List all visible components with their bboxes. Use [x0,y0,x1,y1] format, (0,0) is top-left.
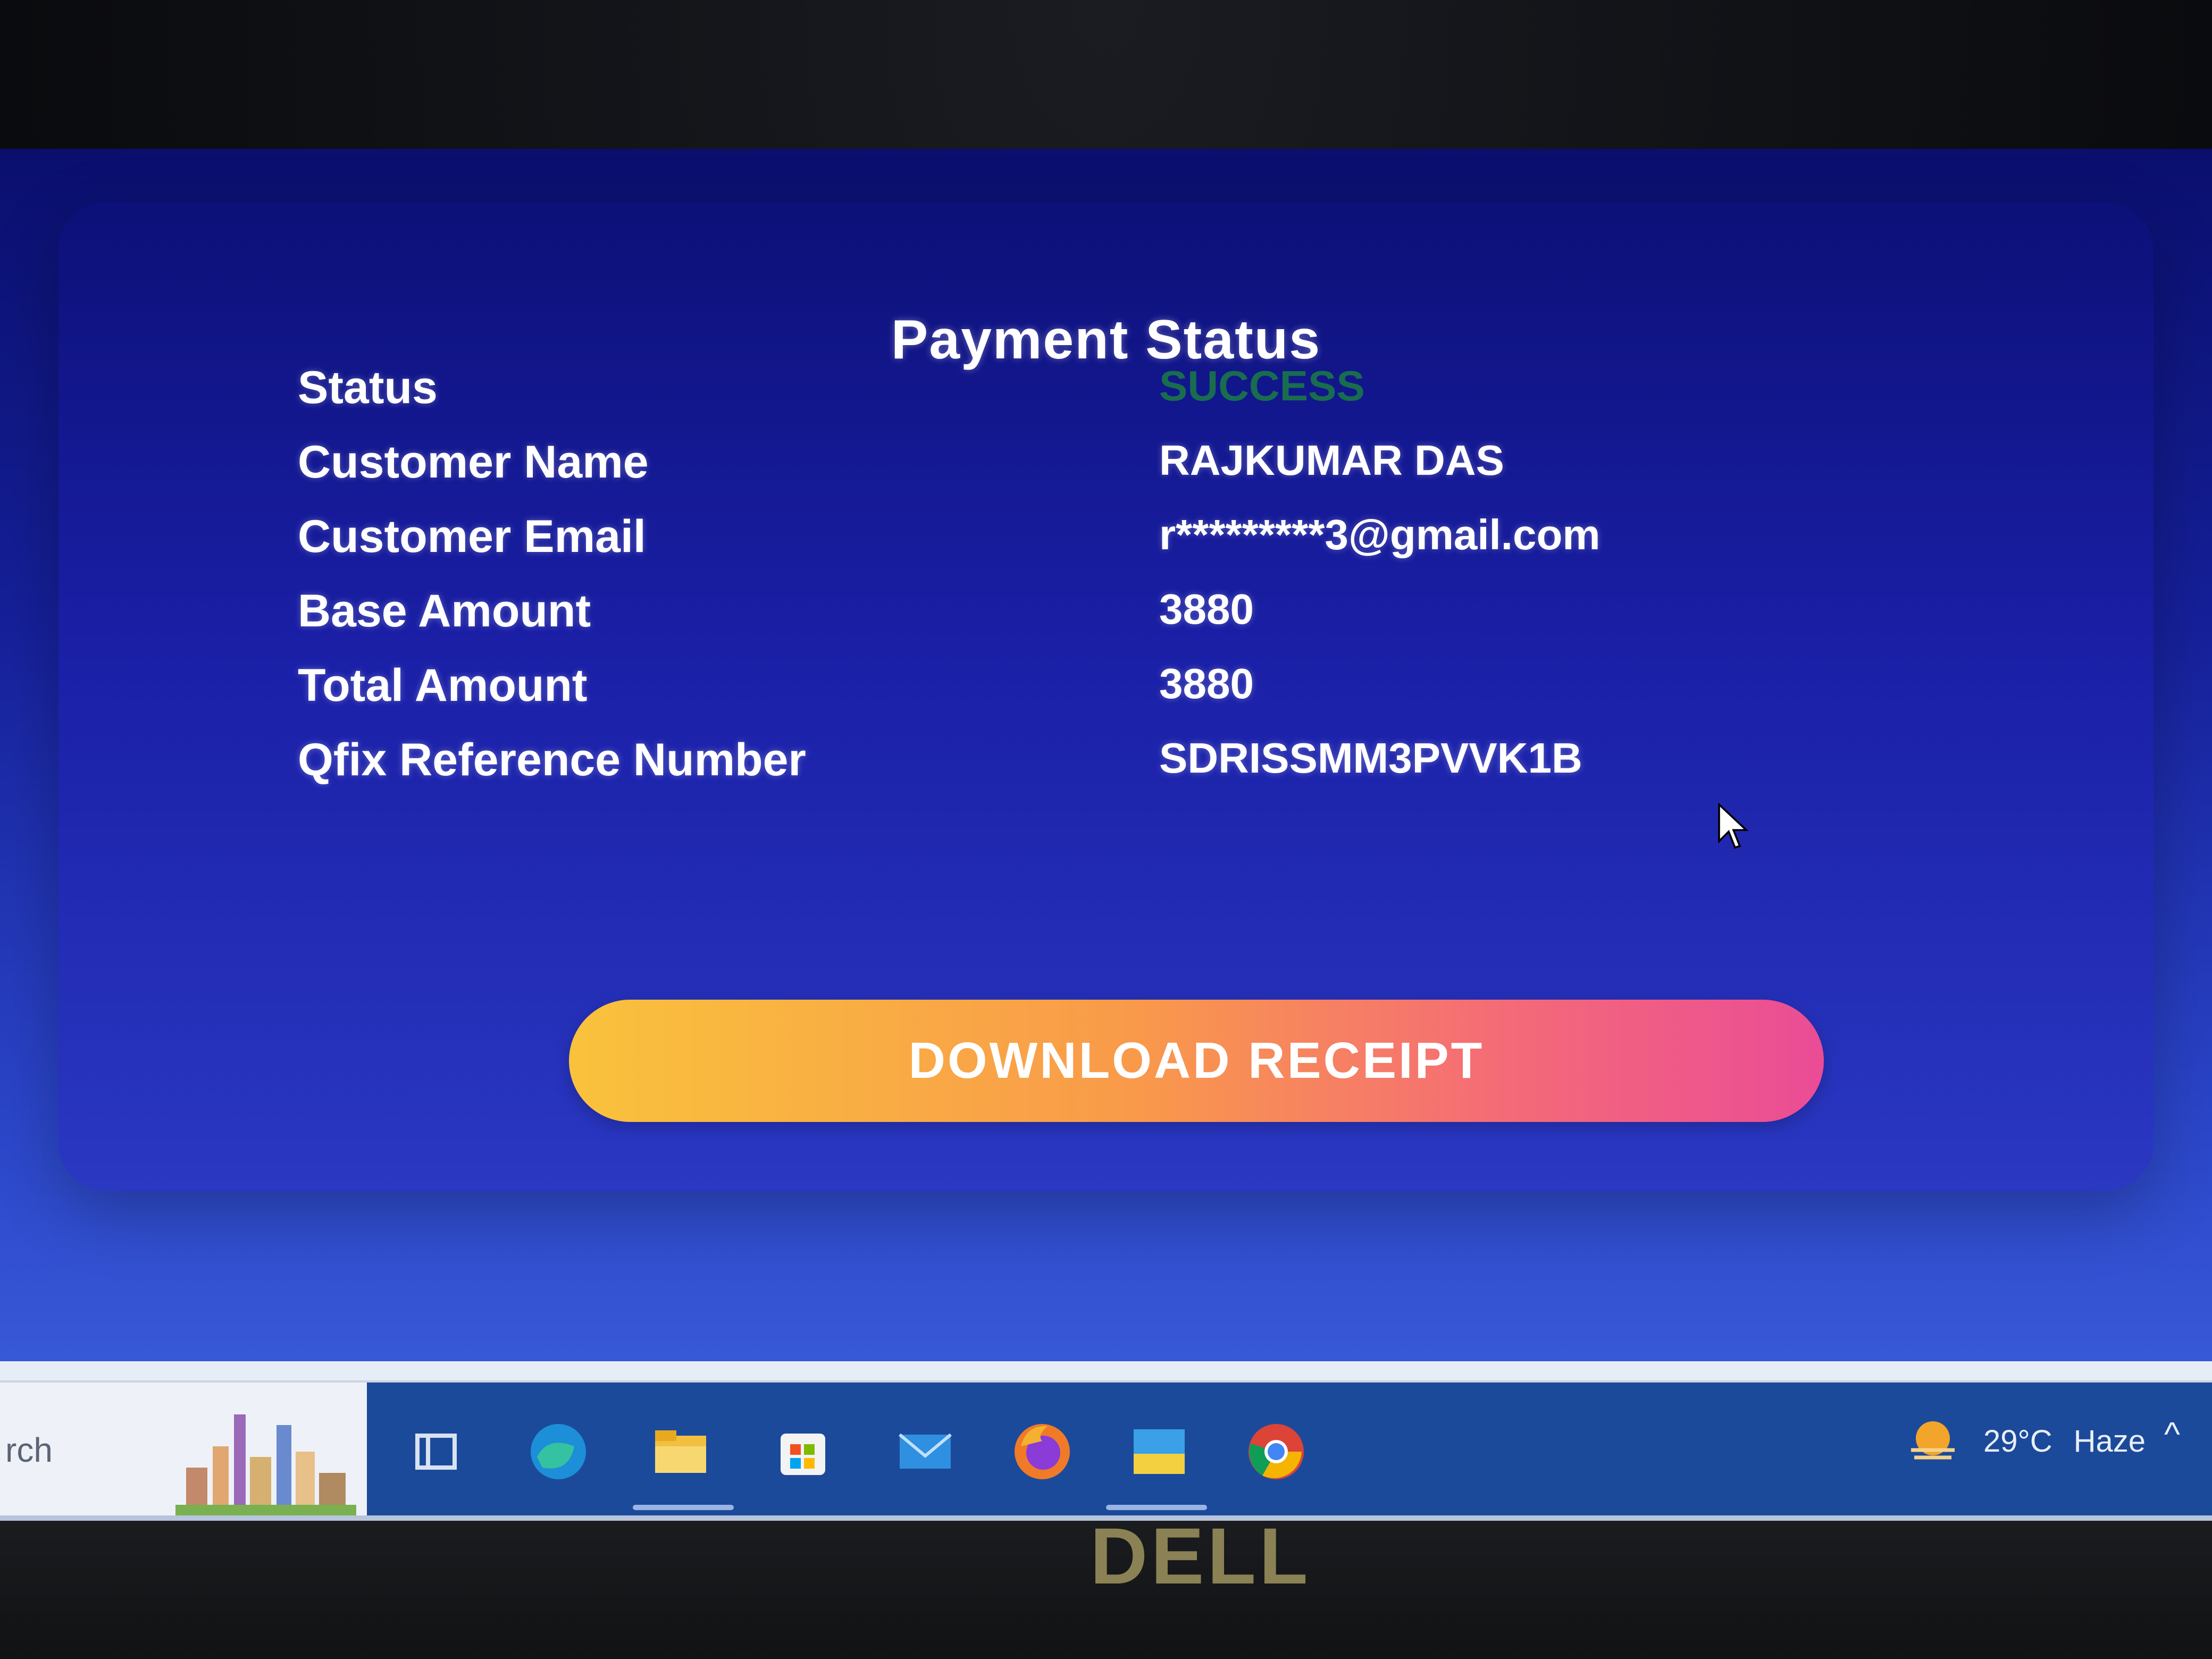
customer-name-value: RAJKUMAR DAS [1159,437,1504,484]
weather-description: Haze [2073,1423,2146,1459]
system-tray: 29°C Haze ^ [1324,1382,2212,1515]
store-icon[interactable] [766,1414,840,1489]
taskbar-top-strip [0,1361,2212,1380]
total-amount-value: 3880 [1159,660,1254,707]
weather-temperature: 29°C [1983,1423,2052,1459]
detail-row-reference-number: Qfix Reference Number SDRISSMM3PVVK1B [298,734,1999,798]
download-receipt-button[interactable]: DOWNLOAD RECEIPT [569,1000,1824,1122]
payment-status-card: Payment Status Status SUCCESS Customer N… [58,202,2154,1191]
taskbar: rch 29°C Haze ^ [0,1361,2212,1521]
task-view-icon[interactable] [399,1414,473,1489]
file-explorer-active-indicator [633,1505,734,1510]
customer-name-label: Customer Name [298,437,649,488]
photos-active-indicator [1106,1505,1207,1510]
screen: Payment Status Status SUCCESS Customer N… [0,149,2212,1510]
monitor: Payment Status Status SUCCESS Customer N… [0,0,2212,1659]
detail-row-customer-email: Customer Email r*********3@gmail.com [298,510,1999,574]
detail-row-customer-name: Customer Name RAJKUMAR DAS [298,436,1999,500]
file-explorer-icon[interactable] [643,1414,718,1489]
reference-number-label: Qfix Reference Number [298,734,806,785]
tray-chevron-up-icon[interactable]: ^ [2164,1414,2180,1454]
haze-sun-icon [1911,1421,1955,1460]
search-highlight-city-icon [175,1414,356,1515]
status-value: SUCCESS [1159,362,1365,409]
detail-row-base-amount: Base Amount 3880 [298,585,1999,649]
base-amount-label: Base Amount [298,585,591,636]
customer-email-value: r*********3@gmail.com [1159,511,1601,558]
weather-widget[interactable]: 29°C Haze [1904,1409,2146,1473]
search-placeholder: rch [5,1431,53,1469]
photos-icon[interactable] [1122,1414,1196,1489]
customer-email-label: Customer Email [298,511,646,562]
mail-icon[interactable] [888,1414,962,1489]
taskbar-search-box[interactable]: rch [0,1382,367,1515]
detail-row-status: Status SUCCESS [298,362,1999,425]
chrome-icon[interactable] [1239,1414,1313,1489]
dell-logo: DELL [1090,1511,1311,1601]
status-label: Status [298,362,438,413]
firefox-icon[interactable] [1005,1414,1079,1489]
taskbar-apps [367,1382,1324,1515]
detail-row-total-amount: Total Amount 3880 [298,659,1999,723]
reference-number-value: SDRISSMM3PVVK1B [1159,734,1582,782]
base-amount-value: 3880 [1159,585,1254,633]
total-amount-label: Total Amount [298,660,588,711]
mouse-cursor-icon [1718,803,1749,849]
edge-icon[interactable] [521,1414,596,1489]
